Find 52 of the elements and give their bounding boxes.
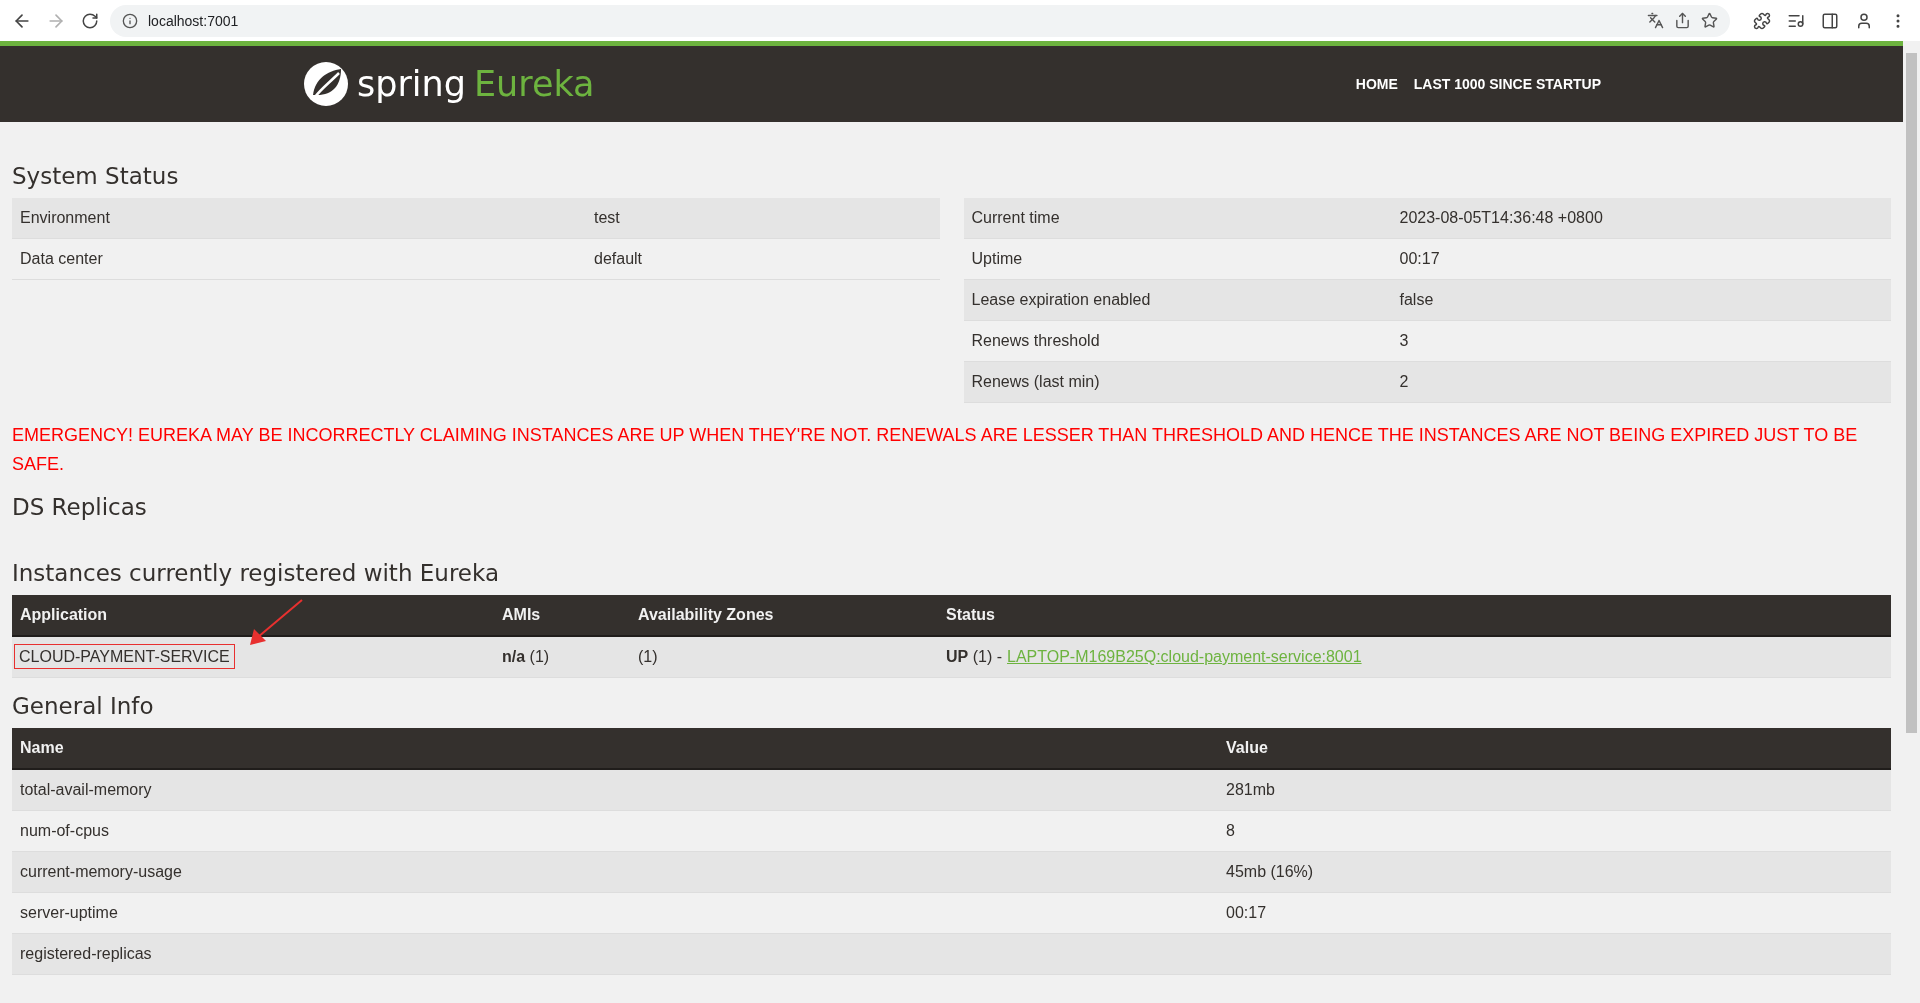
puzzle-icon[interactable] [1753,11,1771,30]
table-cell-text: current-memory-usage [19,863,183,881]
info-icon[interactable] [122,12,138,29]
column-header: Status [945,606,996,624]
table-cell-text: test [593,209,621,227]
product-name: Eureka [473,64,595,104]
leaf-logo-icon [303,61,349,107]
column-header: Availability Zones [637,606,775,624]
address-bar[interactable]: localhost:7001 [110,4,1730,37]
table-cell-text: (1) [637,648,659,666]
table-cell-text: Lease expiration enabled [970,291,1152,309]
nav-link[interactable]: LAST 1000 SINCE STARTUP [1413,76,1601,92]
column-header: Application [19,606,109,624]
column-header: Name [19,739,65,757]
table-cell-text: 00:17 [1398,250,1441,268]
highlighted-cell: CLOUD-PAYMENT-SERVICE [14,644,235,669]
table-cell-text: default [593,250,644,268]
side-panel-icon[interactable] [1821,11,1839,30]
table-cell-text: Data center [19,250,104,268]
table-cell-text: Environment [19,209,111,227]
table-cell-text: server-uptime [19,904,119,922]
table-cell-text: Renews (last min) [970,373,1101,391]
emergency-warning: EMERGENCY! EUREKA MAY BE INCORRECTLY CLAIMING INSTANCES ARE UP WHEN THEY'RE NOT. RENEWALS ARE LESSER THAN THRESHOLD AND HENCE THE INSTANCES ARE NOT BEING EXPIRED JUST TO BE SAFE. [12,424,1859,476]
reload-icon[interactable] [81,11,99,30]
table-cell-text: Current time [970,209,1061,227]
table-cell-text: num-of-cpus [19,822,110,840]
table-cell-text: 45mb (16%) [1225,863,1315,881]
section-title: System Status [12,162,180,191]
section-title: Instances currently registered with Eureka [12,559,500,588]
logo-wordmark: spring [357,64,466,104]
table-cell-text: total-avail-memory [19,781,153,799]
status-text: UP (1) - [946,648,1002,666]
table-cell-text: 2 [1398,373,1410,391]
star-icon[interactable] [1701,12,1718,29]
table-cell-text: n/a (1) [501,648,551,666]
column-header: AMIs [501,606,542,624]
profile-icon[interactable] [1855,11,1873,30]
table-cell-text: 00:17 [1225,904,1268,922]
share-icon[interactable] [1674,12,1691,29]
table-cell-text: Renews threshold [970,332,1101,350]
column-header: Value [1225,739,1269,757]
table-cell-text: false [1398,291,1435,309]
section-title: DS Replicas [12,493,148,522]
table-cell-text: registered-replicas [19,945,153,963]
nav-link[interactable]: HOME [1355,76,1398,92]
table-cell-text: 2023-08-05T14:36:48 +0800 [1398,209,1604,227]
table-cell-text: Uptime [970,250,1024,268]
translate-icon[interactable] [1647,12,1664,29]
table-cell-text: 3 [1398,332,1410,350]
table-cell-text: 281mb [1225,781,1276,799]
section-title: General Info [12,692,155,721]
table-cell-text: 8 [1225,822,1236,840]
